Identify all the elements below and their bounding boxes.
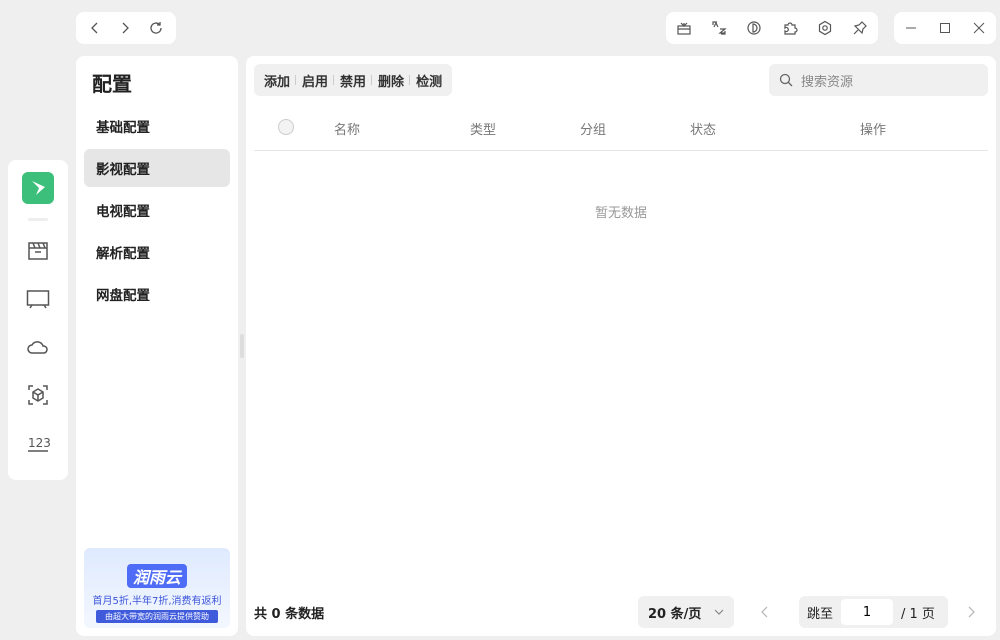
settings-icon[interactable] — [817, 20, 833, 36]
plugin-icon[interactable] — [782, 20, 798, 36]
page-size-value: 20 条/页 — [648, 606, 702, 622]
back-icon[interactable] — [88, 21, 102, 35]
forward-icon[interactable] — [118, 21, 132, 35]
sidebar-title: 配置 — [92, 72, 132, 96]
column-status: 状态 — [690, 123, 717, 138]
sidebar-item-netdisk[interactable]: 网盘配置 — [84, 275, 230, 313]
sponsor-banner[interactable]: 润雨云 首月5折,半年7折,消费有返利 由超大带宽的润雨云提供赞助 — [84, 548, 230, 628]
jump-label: 跳至 — [807, 606, 834, 622]
select-all-checkbox[interactable] — [278, 119, 294, 135]
column-name: 名称 — [334, 123, 361, 138]
minimize-icon[interactable] — [905, 22, 917, 34]
action-group: 添加 启用 禁用 删除 检测 — [254, 64, 453, 96]
next-page-icon[interactable] — [966, 606, 976, 618]
pagination: 共 0 条数据 20 条/页 跳至 / 1 页 — [254, 596, 988, 628]
app-rail: 123 — [8, 160, 68, 480]
search-input[interactable]: 搜索资源 — [769, 64, 988, 96]
3d-model-icon[interactable] — [18, 371, 58, 419]
add-button[interactable]: 添加 — [258, 71, 296, 90]
empty-state: 暂无数据 — [594, 206, 647, 221]
refresh-icon[interactable] — [148, 20, 164, 36]
close-icon[interactable] — [973, 22, 985, 34]
column-group: 分组 — [580, 123, 607, 138]
tv-icon[interactable] — [18, 275, 58, 323]
theme-icon[interactable] — [746, 20, 762, 36]
table-header: 名称 类型 分组 状态 操作 — [254, 112, 988, 151]
check-button[interactable]: 检测 — [409, 71, 448, 90]
search-icon — [779, 73, 793, 87]
search-placeholder: 搜索资源 — [801, 74, 854, 90]
window-controls — [894, 12, 996, 44]
svg-text:123: 123 — [28, 436, 50, 450]
sidebar-item-tv[interactable]: 电视配置 — [84, 191, 230, 229]
disable-button[interactable]: 禁用 — [333, 71, 372, 90]
config-sidebar: 配置 基础配置 影视配置 电视配置 解析配置 网盘配置 润雨云 首月5折,半年7… — [76, 56, 238, 636]
enable-button[interactable]: 启用 — [295, 71, 334, 90]
resize-handle[interactable] — [240, 334, 244, 358]
banner-sponsor: 由超大带宽的润雨云提供赞助 — [96, 610, 218, 623]
divider — [28, 218, 48, 221]
cloud-icon[interactable] — [18, 323, 58, 371]
numbers-icon[interactable]: 123 — [18, 419, 58, 467]
film-icon[interactable] — [18, 227, 58, 275]
page-jumper: 跳至 / 1 页 — [799, 596, 948, 628]
gift-icon[interactable] — [676, 20, 692, 36]
total-count: 共 0 条数据 — [254, 606, 325, 622]
page-size-select[interactable]: 20 条/页 — [638, 596, 734, 628]
translate-icon[interactable] — [711, 20, 727, 36]
main-panel: 添加 启用 禁用 删除 检测 搜索资源 名称 类型 分组 状态 操作 暂无数据 … — [246, 56, 996, 636]
sidebar-item-video[interactable]: 影视配置 — [84, 149, 230, 187]
sidebar-item-basic[interactable]: 基础配置 — [84, 107, 230, 145]
prev-page-icon[interactable] — [760, 606, 770, 618]
navigation-bar — [76, 12, 176, 44]
maximize-icon[interactable] — [939, 22, 951, 34]
column-actions: 操作 — [860, 123, 887, 138]
app-logo-icon[interactable] — [22, 172, 54, 204]
banner-promo: 首月5折,半年7折,消费有返利 — [92, 596, 222, 607]
column-type: 类型 — [470, 123, 497, 138]
pin-icon[interactable] — [852, 20, 868, 36]
delete-button[interactable]: 删除 — [371, 71, 410, 90]
page-input[interactable] — [841, 599, 894, 625]
tool-bar — [666, 12, 878, 44]
banner-brand: 润雨云 — [126, 564, 187, 588]
chevron-down-icon — [714, 609, 724, 615]
sidebar-item-parse[interactable]: 解析配置 — [84, 233, 230, 271]
page-total: / 1 页 — [901, 606, 935, 622]
